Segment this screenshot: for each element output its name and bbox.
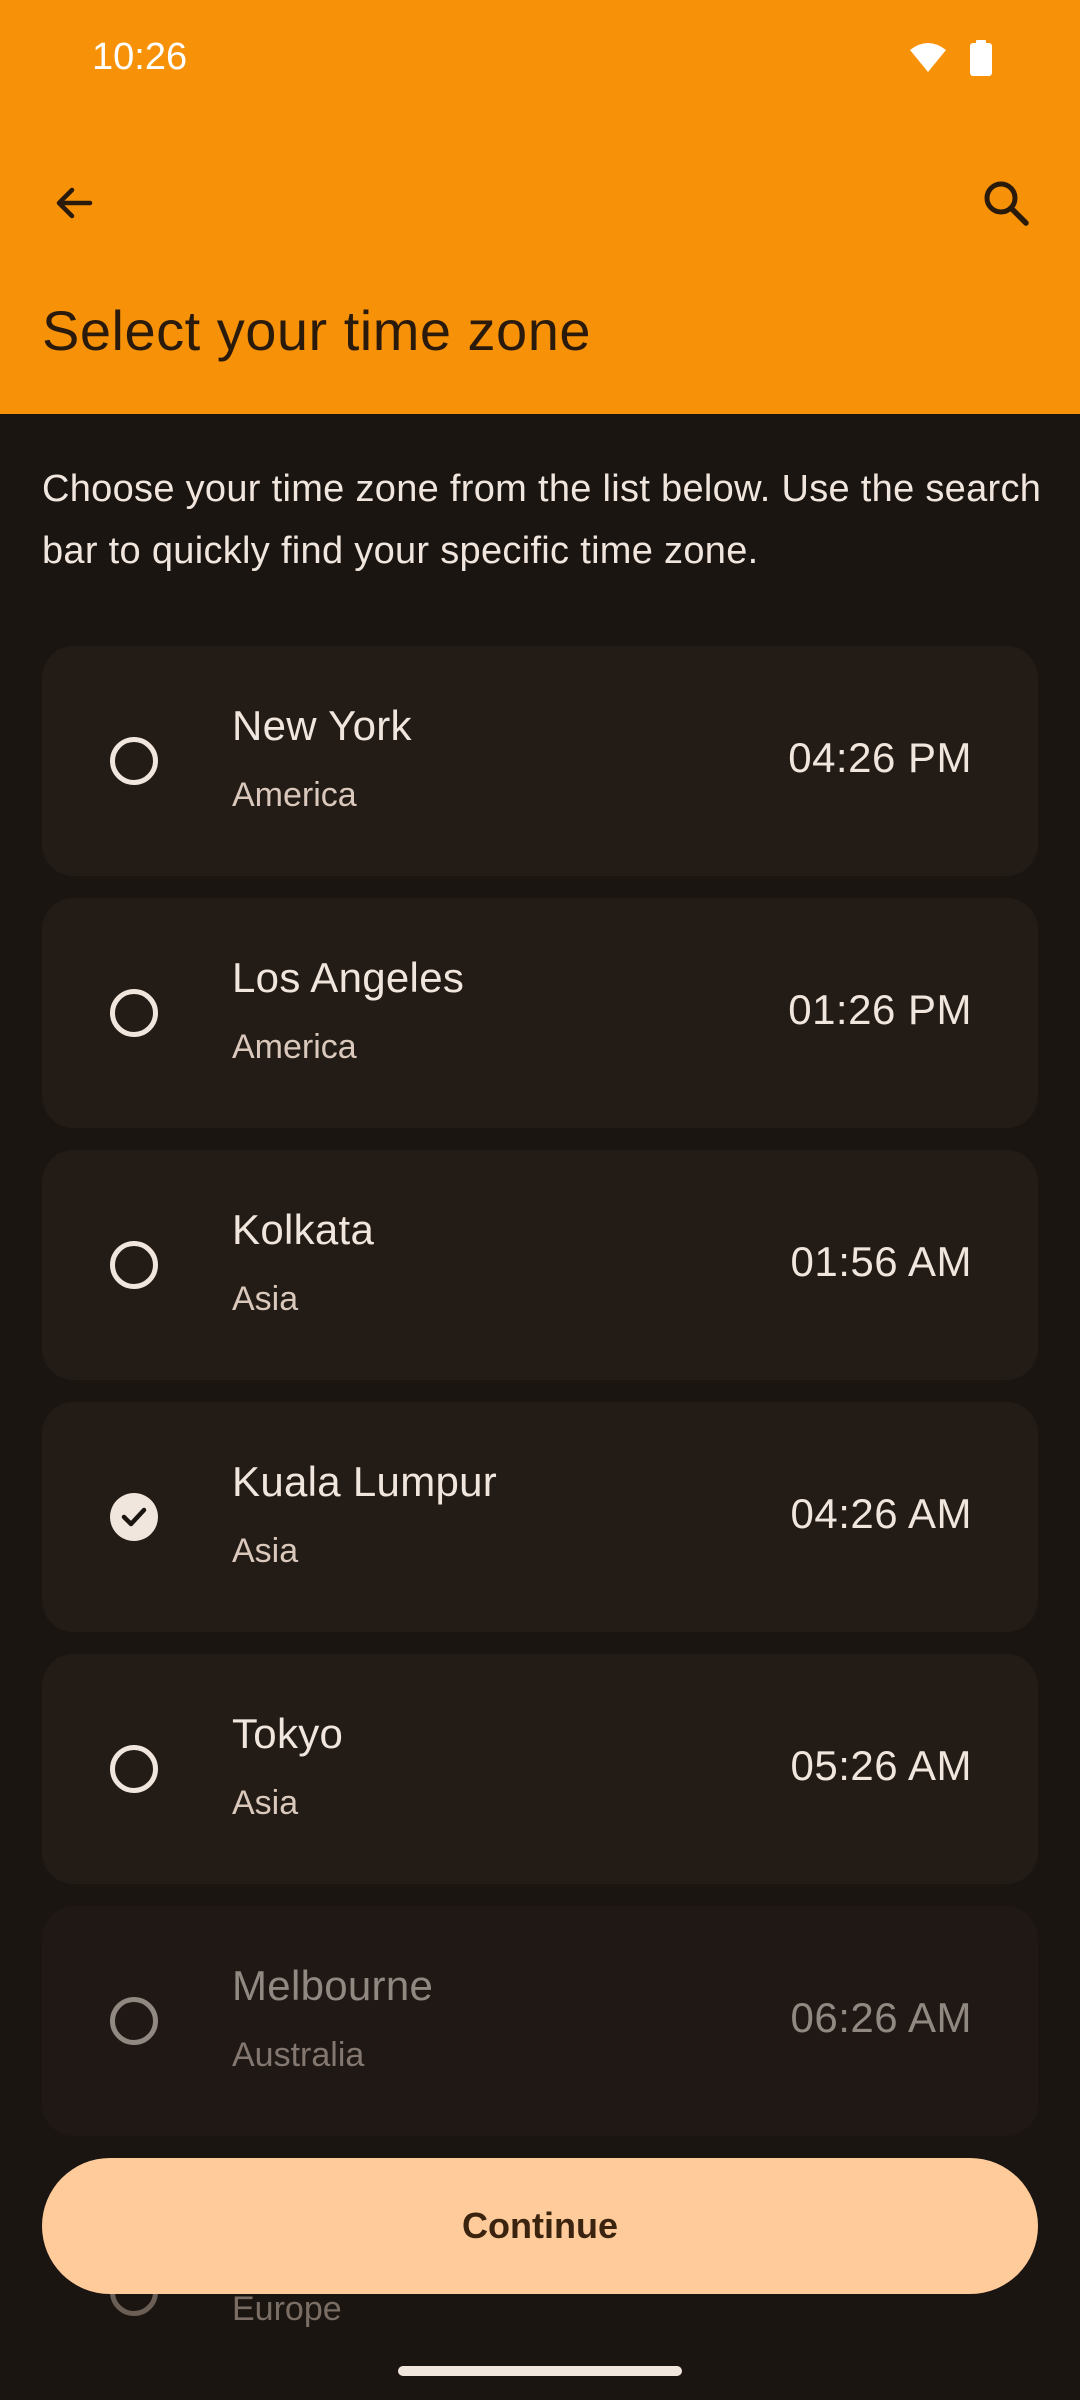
- timezone-city: Los Angeles: [232, 954, 465, 1001]
- status-icons: [908, 40, 992, 81]
- arrow-left-icon: [50, 179, 98, 232]
- timezone-list: New York America 04:26 PM Los Angeles Am…: [42, 646, 1038, 2158]
- radio-button[interactable]: [110, 1241, 158, 1289]
- timezone-city: Tokyo: [232, 1710, 344, 1757]
- timezone-time: 01:26 PM: [788, 986, 972, 1033]
- timezone-time: 01:56 AM: [790, 1238, 972, 1285]
- app-header: 10:26 Select your time zone: [0, 0, 1080, 414]
- timezone-region: Asia: [232, 1280, 299, 1318]
- radio-button-selected[interactable]: [110, 1493, 158, 1541]
- timezone-item-los-angeles[interactable]: Los Angeles America 01:26 PM: [42, 898, 1038, 1128]
- timezone-region: Europe: [232, 2290, 342, 2328]
- back-button[interactable]: [26, 157, 122, 253]
- radio-button[interactable]: [110, 1997, 158, 2045]
- radio-button[interactable]: [110, 989, 158, 1037]
- timezone-city: New York: [232, 702, 412, 749]
- timezone-item-new-york[interactable]: New York America 04:26 PM: [42, 646, 1038, 876]
- timezone-item-melbourne[interactable]: Melbourne Australia 06:26 AM: [42, 1906, 1038, 2136]
- timezone-region: America: [232, 776, 357, 814]
- status-time: 10:26: [92, 36, 188, 78]
- home-indicator[interactable]: [398, 2366, 682, 2376]
- continue-button[interactable]: Continue: [42, 2158, 1038, 2294]
- wifi-icon: [908, 42, 948, 79]
- timezone-item-kuala-lumpur[interactable]: Kuala Lumpur Asia 04:26 AM: [42, 1402, 1038, 1632]
- timezone-region: America: [232, 1028, 357, 1066]
- timezone-city: Melbourne: [232, 1962, 434, 2009]
- timezone-time: 05:26 AM: [790, 1742, 972, 1789]
- timezone-time: 04:26 PM: [788, 734, 972, 781]
- screen: 10:26 Select your time zone Choose your …: [0, 0, 1080, 2400]
- timezone-region: Asia: [232, 1784, 299, 1822]
- search-icon: [980, 177, 1032, 234]
- search-button[interactable]: [958, 157, 1054, 253]
- check-icon: [121, 1507, 147, 1527]
- page-title: Select your time zone: [42, 299, 591, 362]
- timezone-city: Kolkata: [232, 1206, 375, 1253]
- timezone-time: 04:26 AM: [790, 1490, 972, 1537]
- timezone-item-kolkata[interactable]: Kolkata Asia 01:56 AM: [42, 1150, 1038, 1380]
- timezone-item-tokyo[interactable]: Tokyo Asia 05:26 AM: [42, 1654, 1038, 1884]
- timezone-region: Asia: [232, 1532, 299, 1570]
- timezone-city: Kuala Lumpur: [232, 1458, 498, 1505]
- radio-button[interactable]: [110, 1745, 158, 1793]
- description-text: Choose your time zone from the list belo…: [42, 468, 1042, 572]
- timezone-time: 06:26 AM: [790, 1994, 972, 2041]
- radio-button[interactable]: [110, 737, 158, 785]
- battery-icon: [970, 40, 992, 81]
- timezone-region: Australia: [232, 2036, 365, 2074]
